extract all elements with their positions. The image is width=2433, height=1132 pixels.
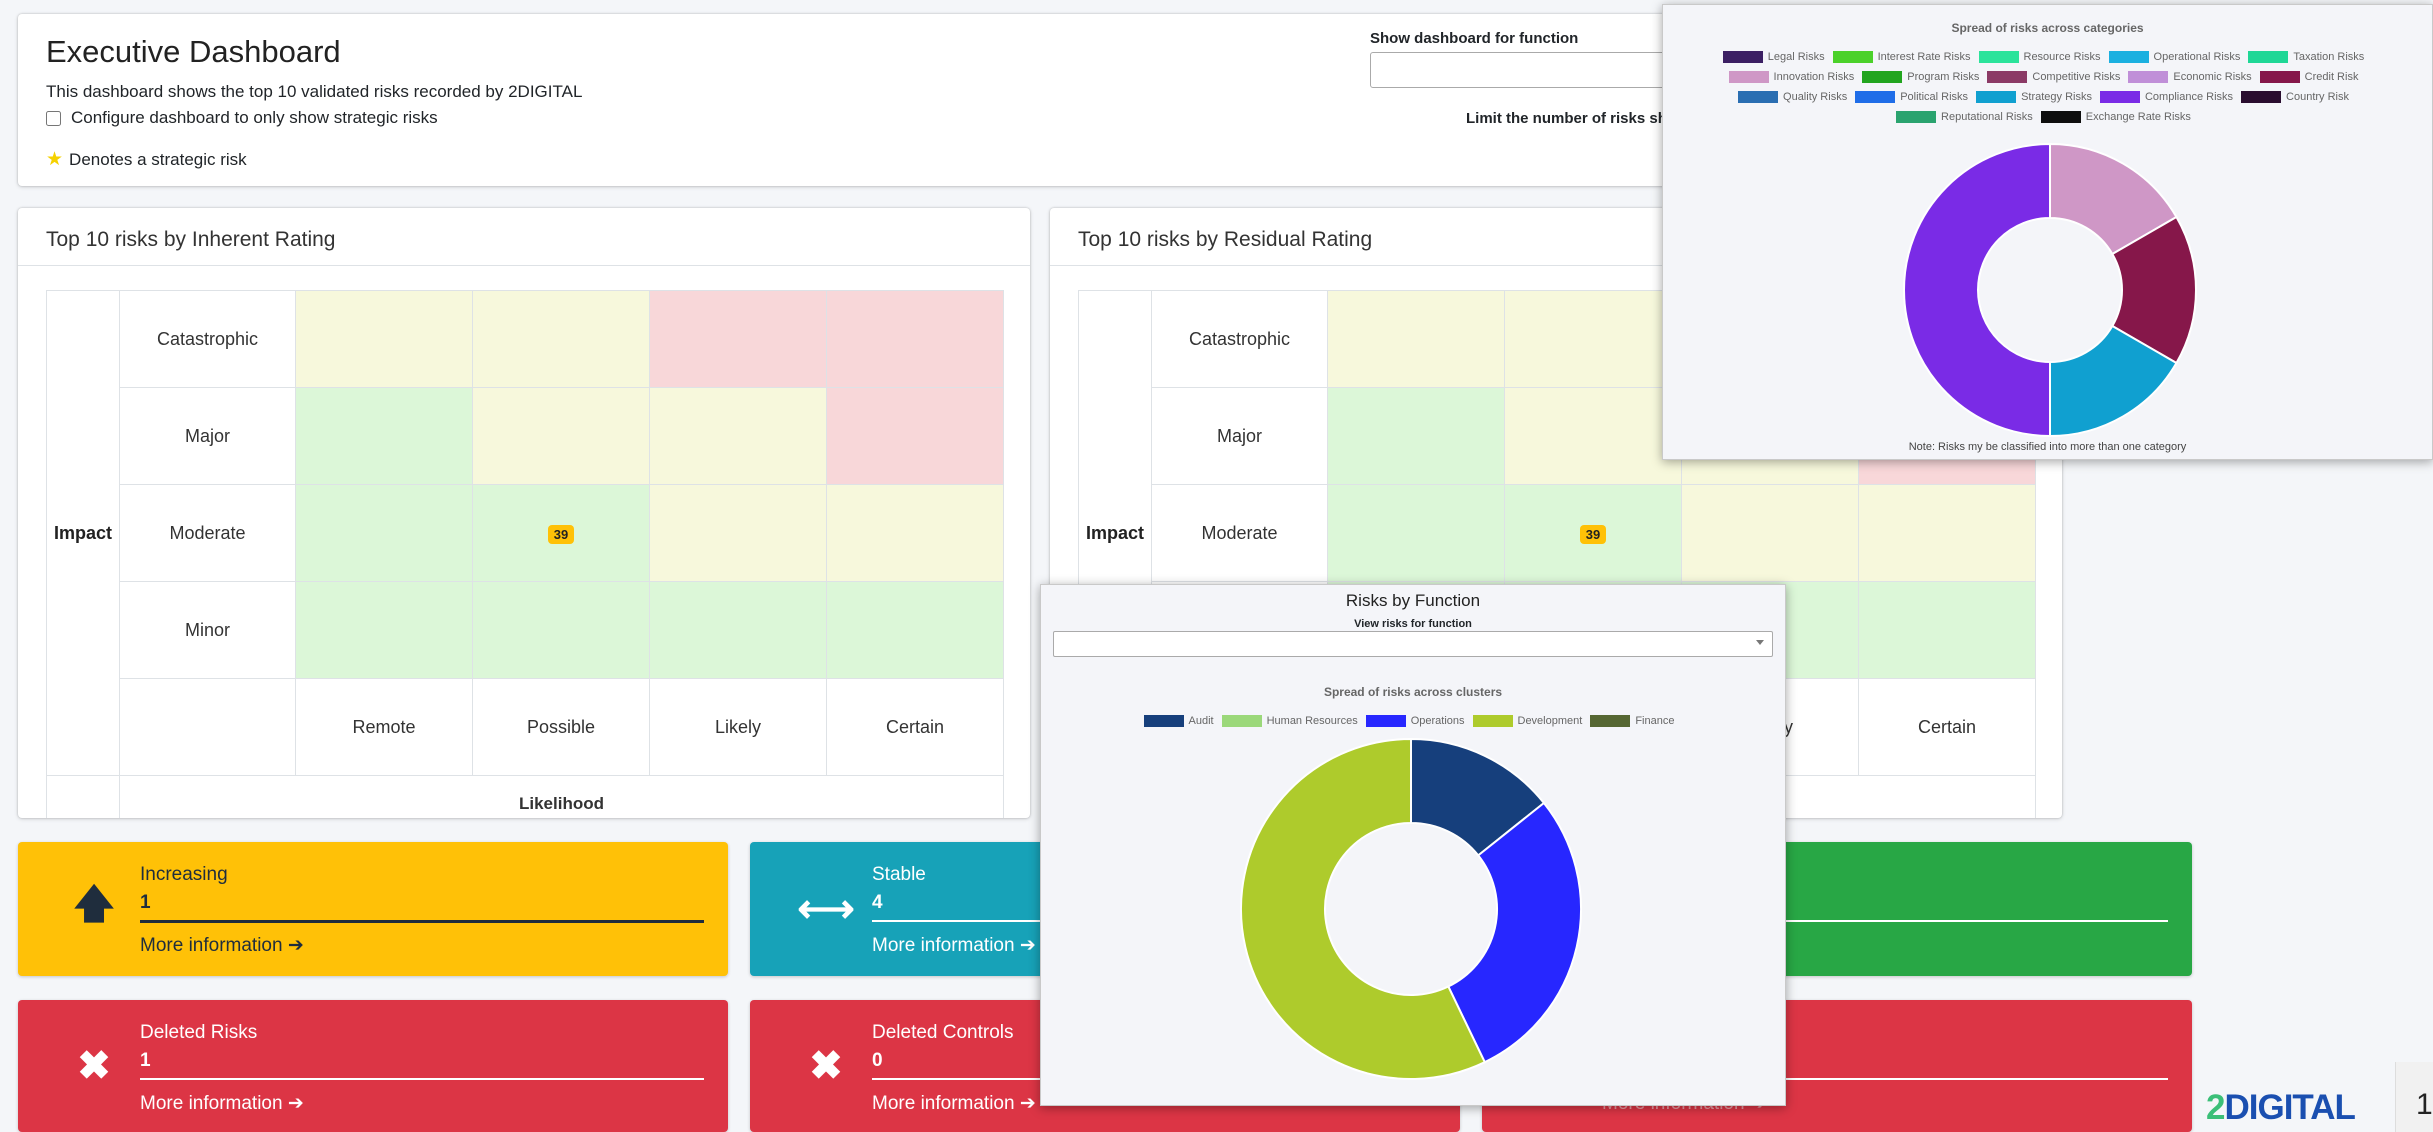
circle-arrow-right-icon: ➔ [287,935,304,956]
matrix-cell[interactable] [649,290,827,388]
matrix-cell[interactable] [1858,484,2036,582]
star-icon: ★ [46,149,64,170]
impact-level: Catastrophic [1151,290,1328,388]
matrix-cell[interactable] [826,290,1004,388]
matrix-cell[interactable] [295,387,473,485]
tile-count: 4 [872,892,883,913]
logo-text: DIGITAL [2224,1088,2355,1127]
likelihood-level: Certain [826,678,1004,776]
tile-name: Deleted Risks [140,1022,258,1043]
more-info-text: More information [140,1093,283,1114]
tile-progress [1782,1078,2168,1080]
circle-arrow-right-icon: ➔ [1019,935,1036,956]
matrix-cell[interactable] [1858,581,2036,679]
tile-name: Increasing [140,864,228,885]
tile-name: Stable [872,864,926,885]
risk-count-badge[interactable]: 39 [547,524,575,544]
impact-level: Moderate [119,484,296,582]
brand-logo: 2DIGITAL [2206,1088,2356,1128]
likelihood-level: Certain [1858,678,2036,776]
more-info-link[interactable]: More information ➔ [872,934,1036,957]
tile-count: 1 [140,892,151,913]
dashboard-description: This dashboard shows the top 10 validate… [46,82,583,101]
deleted-risks-tile[interactable]: ✖ Deleted Risks 1 More information ➔ [18,1000,728,1132]
strategic-only-checkbox[interactable] [46,110,61,126]
matrix-cell[interactable] [472,387,650,485]
more-info-text: More information [140,935,283,956]
function-chart-popup: Risks by Function View risks for functio… [1040,584,1786,1106]
likelihood-level: Possible [472,678,650,776]
more-info-link[interactable]: More information ➔ [872,1092,1036,1115]
page-number: 1 [2395,1062,2433,1132]
tile-name: Deleted Controls [872,1022,1014,1043]
inherent-rating-card: Top 10 risks by Inherent Rating Impact Ca… [18,208,1030,818]
arrow-up-icon: 🡅 [73,882,115,926]
function-filter-label: Show dashboard for function [1370,30,1579,47]
matrix-cell[interactable] [826,387,1004,485]
circle-arrow-right-icon: ➔ [1019,1093,1036,1114]
close-icon: ✖ [77,1044,111,1088]
likelihood-level: Likely [649,678,827,776]
category-chart-popup: Spread of risks across categories Legal … [1662,4,2433,460]
impact-level: Major [1151,387,1328,485]
logo-mark: 2 [2206,1088,2225,1127]
impact-level: Minor [119,581,296,679]
matrix-cell[interactable] [295,581,473,679]
increasing-risks-tile[interactable]: 🡅 Increasing 1 More information ➔ [18,842,728,976]
risk-count-badge[interactable]: 39 [1579,524,1607,544]
cluster-donut-chart [1240,737,1582,1080]
inherent-rating-title: Top 10 risks by Inherent Rating [18,208,1030,266]
inherent-risk-matrix: Impact Catastrophic Major Moderate 39 Minor Re… [46,290,1004,818]
matrix-cell[interactable] [472,581,650,679]
strategic-filter-toggle[interactable]: Configure dashboard to only show strateg… [46,108,438,128]
more-info-link[interactable]: More information ➔ [140,1092,304,1115]
strategic-legend: ★ Denotes a strategic risk [46,148,247,171]
likelihood-level: Remote [295,678,473,776]
matrix-cell[interactable]: 39 [472,484,650,582]
matrix-cell[interactable] [472,290,650,388]
matrix-cell[interactable] [826,581,1004,679]
risk-limit-label: Limit the number of risks show [1466,110,1688,127]
tile-count: 0 [872,1050,883,1071]
more-info-link[interactable]: More information ➔ [140,934,304,957]
impact-level: Catastrophic [119,290,296,388]
more-info-text: More information [872,935,1015,956]
circle-arrow-right-icon: ➔ [287,1093,304,1114]
impact-level: Moderate [1151,484,1328,582]
matrix-cell[interactable] [649,581,827,679]
matrix-cell[interactable] [1327,290,1505,388]
matrix-cell[interactable] [1681,484,1859,582]
matrix-corner [119,678,296,776]
matrix-cell[interactable] [649,484,827,582]
likelihood-axis-label: Likelihood [119,775,1004,818]
matrix-cell[interactable] [1504,387,1682,485]
matrix-cell[interactable] [1504,290,1682,388]
tile-progress [140,1078,704,1080]
donut-slice-compliance-risks[interactable] [1903,142,2051,438]
category-chart-note: Note: Risks my be classified into more t… [1908,441,2187,453]
category-donut-chart [1903,142,2197,438]
impact-axis-label: Impact [46,290,120,776]
tile-count: 1 [140,1050,151,1071]
impact-level: Major [119,387,296,485]
tile-progress [140,920,704,923]
page-title: Executive Dashboard [46,34,341,69]
close-icon: ✖ [809,1044,843,1088]
matrix-cell[interactable] [826,484,1004,582]
strategic-legend-text: Denotes a strategic risk [69,149,247,169]
matrix-cell[interactable] [295,484,473,582]
matrix-cell[interactable] [649,387,827,485]
more-info-text: More information [872,1093,1015,1114]
matrix-cell[interactable]: 39 [1504,484,1682,582]
matrix-cell[interactable] [1327,387,1505,485]
strategic-filter-label: Configure dashboard to only show strateg… [71,108,438,127]
matrix-cell[interactable] [295,290,473,388]
tile-progress [1782,920,2168,922]
matrix-cell[interactable] [1327,484,1505,582]
arrows-horizontal-icon: ⟷ [797,887,855,931]
